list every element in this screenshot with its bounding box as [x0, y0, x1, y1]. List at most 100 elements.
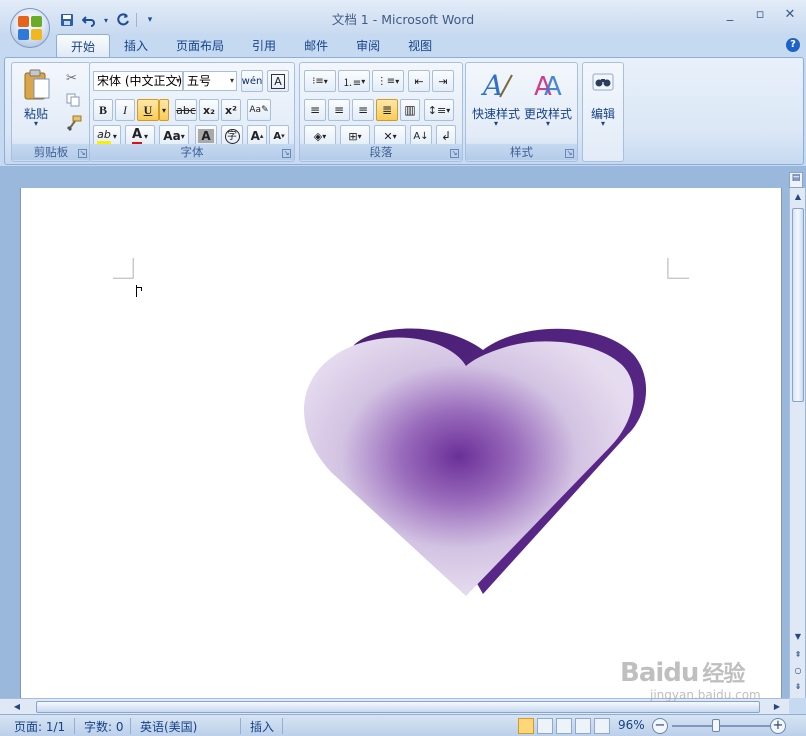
- group-font: 宋体 (中文正文) ▾ 五号 ▾ wén A B I U ▾ abc x₂ x² A…: [89, 62, 295, 162]
- clipboard-launcher-icon[interactable]: ↘: [78, 149, 87, 158]
- font-name-combo[interactable]: 宋体 (中文正文) ▾: [93, 71, 183, 91]
- justify-button[interactable]: ≣: [376, 99, 398, 121]
- clear-formatting-button[interactable]: Aa✎: [247, 99, 271, 121]
- ruler-toggle-icon[interactable]: ▤: [789, 172, 803, 188]
- insert-mode-indicator[interactable]: 插入: [250, 718, 274, 735]
- watermark-brand: Baidu: [620, 658, 699, 688]
- watermark-url: jingyan.baidu.com: [650, 688, 761, 702]
- numbering-button[interactable]: ⒈≡ ▾: [338, 70, 370, 92]
- align-left-button[interactable]: ≡: [304, 99, 326, 121]
- bold-button[interactable]: B: [93, 99, 113, 121]
- title-bar: ▾ ▾ 文档 1 - Microsoft Word _ ▫ ✕: [0, 0, 806, 34]
- tab-references[interactable]: 引用: [238, 34, 290, 58]
- watermark-cn: 经验: [702, 662, 745, 687]
- office-button[interactable]: [10, 8, 50, 48]
- minimize-icon[interactable]: _: [722, 7, 738, 23]
- superscript-button[interactable]: x²: [221, 99, 241, 121]
- cut-icon[interactable]: ✂: [66, 71, 82, 87]
- group-clipboard: 粘贴 ▾ ✂ 剪贴板 ↘: [11, 62, 91, 162]
- character-border-button[interactable]: A: [267, 70, 289, 92]
- italic-button[interactable]: I: [115, 99, 135, 121]
- subscript-button[interactable]: x₂: [199, 99, 219, 121]
- font-size-dropdown-icon: ▾: [229, 76, 234, 85]
- maximize-icon[interactable]: ▫: [752, 7, 768, 23]
- full-screen-reading-view-icon[interactable]: [537, 718, 553, 734]
- change-styles-icon: A A: [534, 72, 562, 101]
- multilevel-list-button[interactable]: ⋮≡ ▾: [372, 70, 404, 92]
- change-styles-button[interactable]: A A 更改样式 ▾: [522, 67, 574, 133]
- close-icon[interactable]: ✕: [782, 7, 798, 23]
- web-layout-view-icon[interactable]: [556, 718, 572, 734]
- word-count[interactable]: 字数: 0: [84, 718, 124, 735]
- quick-styles-button[interactable]: A 快速样式 ▾: [470, 67, 522, 133]
- baidu-jingyan-watermark: Baidu 经验 jingyan.baidu.com: [620, 656, 770, 704]
- help-icon[interactable]: ?: [786, 38, 800, 52]
- vertical-scrollbar[interactable]: ▲ ▼ ⇞ ○ ⇟: [789, 188, 805, 698]
- align-right-button[interactable]: ≡: [352, 99, 374, 121]
- margin-corner-top-right: [667, 258, 689, 279]
- strikethrough-button[interactable]: abc: [175, 99, 197, 121]
- tab-mailings[interactable]: 邮件: [290, 34, 342, 58]
- draft-view-icon[interactable]: [594, 718, 610, 734]
- zoom-slider-thumb[interactable]: [712, 719, 720, 732]
- group-label-styles: 样式: [466, 144, 577, 160]
- group-styles: A 快速样式 ▾ A A 更改样式 ▾ 样式 ↘: [465, 62, 578, 162]
- page-count[interactable]: 页面: 1/1: [14, 718, 65, 735]
- document-page[interactable]: [20, 188, 782, 698]
- ribbon-tabs: 开始 插入 页面布局 引用 邮件 审阅 视图: [56, 34, 446, 58]
- zoom-slider[interactable]: [672, 725, 770, 727]
- next-page-icon[interactable]: ⇟: [790, 680, 806, 694]
- tab-view[interactable]: 视图: [394, 34, 446, 58]
- vertical-scroll-thumb[interactable]: [792, 208, 804, 402]
- office-logo-icon: [18, 16, 42, 40]
- language-indicator[interactable]: 英语(美国): [140, 718, 197, 735]
- distributed-button[interactable]: ▥: [400, 99, 420, 121]
- align-center-button[interactable]: ≡: [328, 99, 350, 121]
- print-layout-view-icon[interactable]: [518, 718, 534, 734]
- scroll-right-icon[interactable]: ▶: [770, 699, 784, 715]
- previous-page-icon[interactable]: ⇞: [790, 648, 806, 662]
- format-painter-icon[interactable]: [66, 115, 82, 132]
- heart-shape[interactable]: [303, 324, 649, 598]
- outline-view-icon[interactable]: [575, 718, 591, 734]
- tab-home[interactable]: 开始: [56, 34, 111, 58]
- font-size-combo[interactable]: 五号 ▾: [183, 71, 237, 91]
- heart-face: [303, 337, 634, 596]
- zoom-level[interactable]: 96%: [618, 718, 645, 732]
- font-name-dropdown-icon: ▾: [175, 76, 180, 85]
- window-title: 文档 1 - Microsoft Word: [331, 12, 475, 27]
- binoculars-icon: [592, 73, 614, 91]
- phonetic-guide-button[interactable]: wén: [241, 70, 263, 92]
- copy-icon[interactable]: [66, 93, 82, 109]
- bullets-button[interactable]: ⁝≡ ▾: [304, 70, 336, 92]
- paste-icon: [24, 69, 50, 100]
- group-label-paragraph: 段落: [300, 144, 462, 160]
- underline-dropdown-icon[interactable]: ▾: [159, 99, 169, 121]
- decrease-indent-button[interactable]: ⇤: [408, 70, 430, 92]
- underline-button[interactable]: U: [137, 99, 159, 121]
- scroll-down-icon[interactable]: ▼: [790, 630, 806, 644]
- zoom-out-icon[interactable]: −: [652, 718, 668, 734]
- status-separator: [130, 718, 131, 734]
- tab-insert[interactable]: 插入: [110, 34, 162, 58]
- browse-object-icon[interactable]: ○: [790, 664, 806, 678]
- line-spacing-button[interactable]: ↕≡ ▾: [424, 99, 454, 121]
- increase-indent-button[interactable]: ⇥: [432, 70, 454, 92]
- zoom-in-icon[interactable]: +: [770, 718, 786, 734]
- styles-launcher-icon[interactable]: ↘: [565, 149, 574, 158]
- scroll-left-icon[interactable]: ◀: [10, 699, 24, 715]
- tab-review[interactable]: 审阅: [342, 34, 394, 58]
- paste-button[interactable]: 粘贴 ▾: [18, 67, 54, 133]
- paste-dropdown-icon: ▾: [33, 119, 38, 128]
- scroll-up-icon[interactable]: ▲: [790, 190, 806, 204]
- ribbon: 粘贴 ▾ ✂ 剪贴板 ↘ 宋体 (中文正文) ▾ 五号 ▾ wén A B I U …: [4, 57, 804, 165]
- margin-corner-top-left: [113, 258, 134, 279]
- font-name-value: 宋体 (中文正文): [97, 74, 183, 88]
- font-launcher-icon[interactable]: ↘: [282, 149, 291, 158]
- svg-text:A: A: [544, 72, 562, 101]
- tab-page-layout[interactable]: 页面布局: [162, 34, 238, 58]
- paragraph-launcher-icon[interactable]: ↘: [450, 149, 459, 158]
- status-separator: [74, 718, 75, 734]
- editing-button[interactable]: 编辑 ▾: [585, 67, 621, 133]
- quick-styles-icon: A: [480, 69, 513, 101]
